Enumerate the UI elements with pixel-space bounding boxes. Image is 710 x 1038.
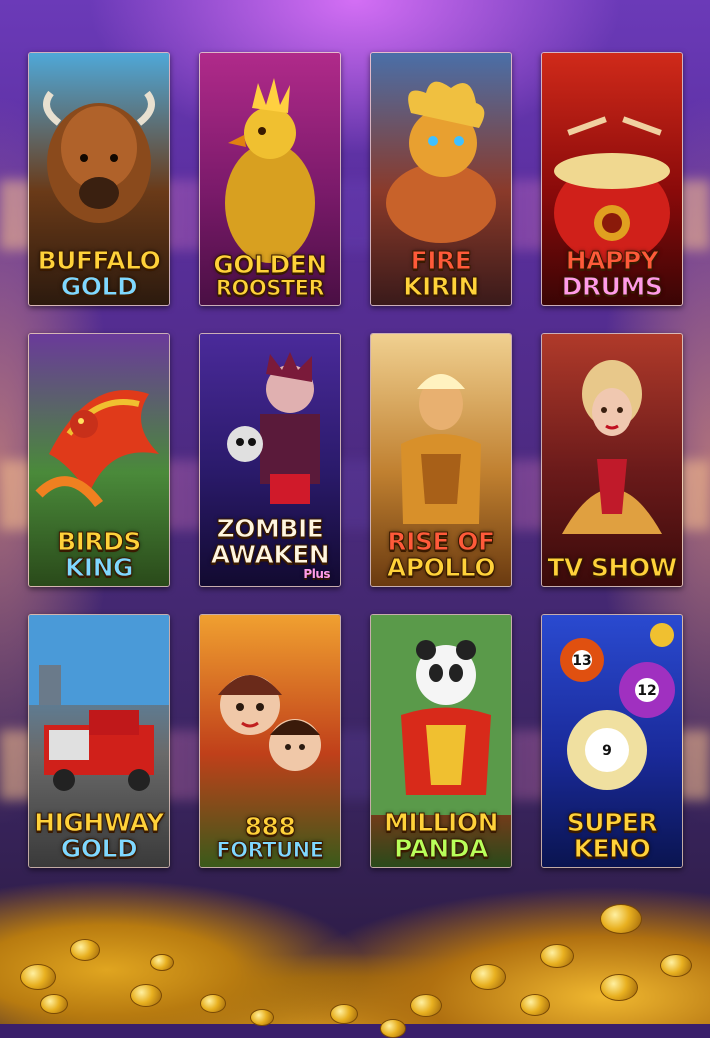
gold-coin: [70, 939, 100, 961]
gold-coin: [520, 994, 550, 1016]
game-title-line-1: MILLION: [383, 808, 499, 837]
game-title-line-2: GOLD: [60, 272, 138, 301]
gold-coin: [410, 994, 442, 1017]
game-tile-fire-kirin[interactable]: FIRE KIRIN: [370, 52, 512, 306]
gold-coin: [130, 984, 162, 1007]
gold-coin: [330, 1004, 358, 1025]
game-tile-super-keno[interactable]: 13129SUPERKENO: [541, 614, 683, 868]
svg-text:12: 12: [637, 683, 656, 699]
tv-show-artwork: [542, 334, 682, 586]
svg-text:13: 13: [572, 653, 591, 669]
gold-coin: [20, 964, 56, 990]
game-title-line-1: GOLDEN: [213, 250, 328, 279]
game-title: HAPPY DRUMS: [542, 246, 682, 301]
game-title-line-1: TV SHOW: [547, 553, 678, 582]
game-title-line-1: 888: [244, 812, 296, 841]
game-tile-highway-gold[interactable]: HIGHWAYGOLD: [28, 614, 170, 868]
game-tile-zombie-awaken[interactable]: ZOMBIE AWAKEN Plus: [199, 333, 341, 587]
game-tile-buffalo-gold[interactable]: BUFFALO GOLD: [28, 52, 170, 306]
svg-text:9: 9: [602, 743, 612, 759]
gold-coin: [150, 954, 174, 972]
game-title-line-1: BUFFALO: [37, 246, 161, 275]
gold-coin: [600, 974, 638, 1002]
game-title: TV SHOW: [542, 553, 682, 582]
gold-coin: [660, 954, 692, 977]
gold-coin-pile: [0, 844, 710, 1038]
game-title-line-1: FIRE: [410, 246, 472, 275]
game-title-line-1: BIRDS: [57, 527, 142, 556]
game-tile-tv-show[interactable]: TV SHOW: [541, 333, 683, 587]
game-title-line-2: KING: [64, 553, 134, 582]
game-title-line-2: AWAKEN: [210, 540, 330, 569]
game-title: FIRE KIRIN: [371, 246, 511, 301]
game-title: GOLDEN ROOSTER: [200, 250, 340, 300]
game-title-line-1: HIGHWAY: [34, 808, 165, 837]
game-title-badge: Plus: [303, 567, 330, 581]
game-title-line-2: APOLLO: [386, 553, 496, 582]
game-tile-888-fortune[interactable]: 888FORTUNE: [199, 614, 341, 868]
game-title-line-1: ZOMBIE: [216, 514, 324, 543]
game-title-line-2: DRUMS: [561, 272, 663, 301]
gold-coin: [40, 994, 68, 1015]
gold-coin: [200, 994, 226, 1013]
game-grid: BUFFALO GOLD GOLDEN ROOSTER FIRE KIRIN HAPPY DR…: [28, 52, 683, 868]
game-title: RISE OF APOLLO: [371, 527, 511, 582]
game-tile-birds-king[interactable]: BIRDS KING: [28, 333, 170, 587]
gold-coin: [600, 904, 642, 934]
gold-coin: [470, 964, 506, 990]
game-title: BIRDS KING: [29, 527, 169, 582]
game-title-line-2: ROOSTER: [215, 276, 325, 300]
gold-coin: [540, 944, 574, 969]
game-tile-golden-rooster[interactable]: GOLDEN ROOSTER: [199, 52, 341, 306]
game-title-line-1: RISE OF: [387, 527, 496, 556]
game-tile-happy-drums[interactable]: HAPPY DRUMS: [541, 52, 683, 306]
game-title: BUFFALO GOLD: [29, 246, 169, 301]
game-title-line-1: HAPPY: [565, 246, 659, 275]
game-title: ZOMBIE AWAKEN Plus: [200, 514, 340, 581]
game-tile-rise-of-apollo[interactable]: RISE OF APOLLO: [370, 333, 512, 587]
gold-coin: [380, 1019, 406, 1038]
game-title-line-1: SUPER: [566, 808, 658, 837]
game-title-line-2: KIRIN: [403, 272, 480, 301]
game-tile-million-panda[interactable]: MILLIONPANDA: [370, 614, 512, 868]
